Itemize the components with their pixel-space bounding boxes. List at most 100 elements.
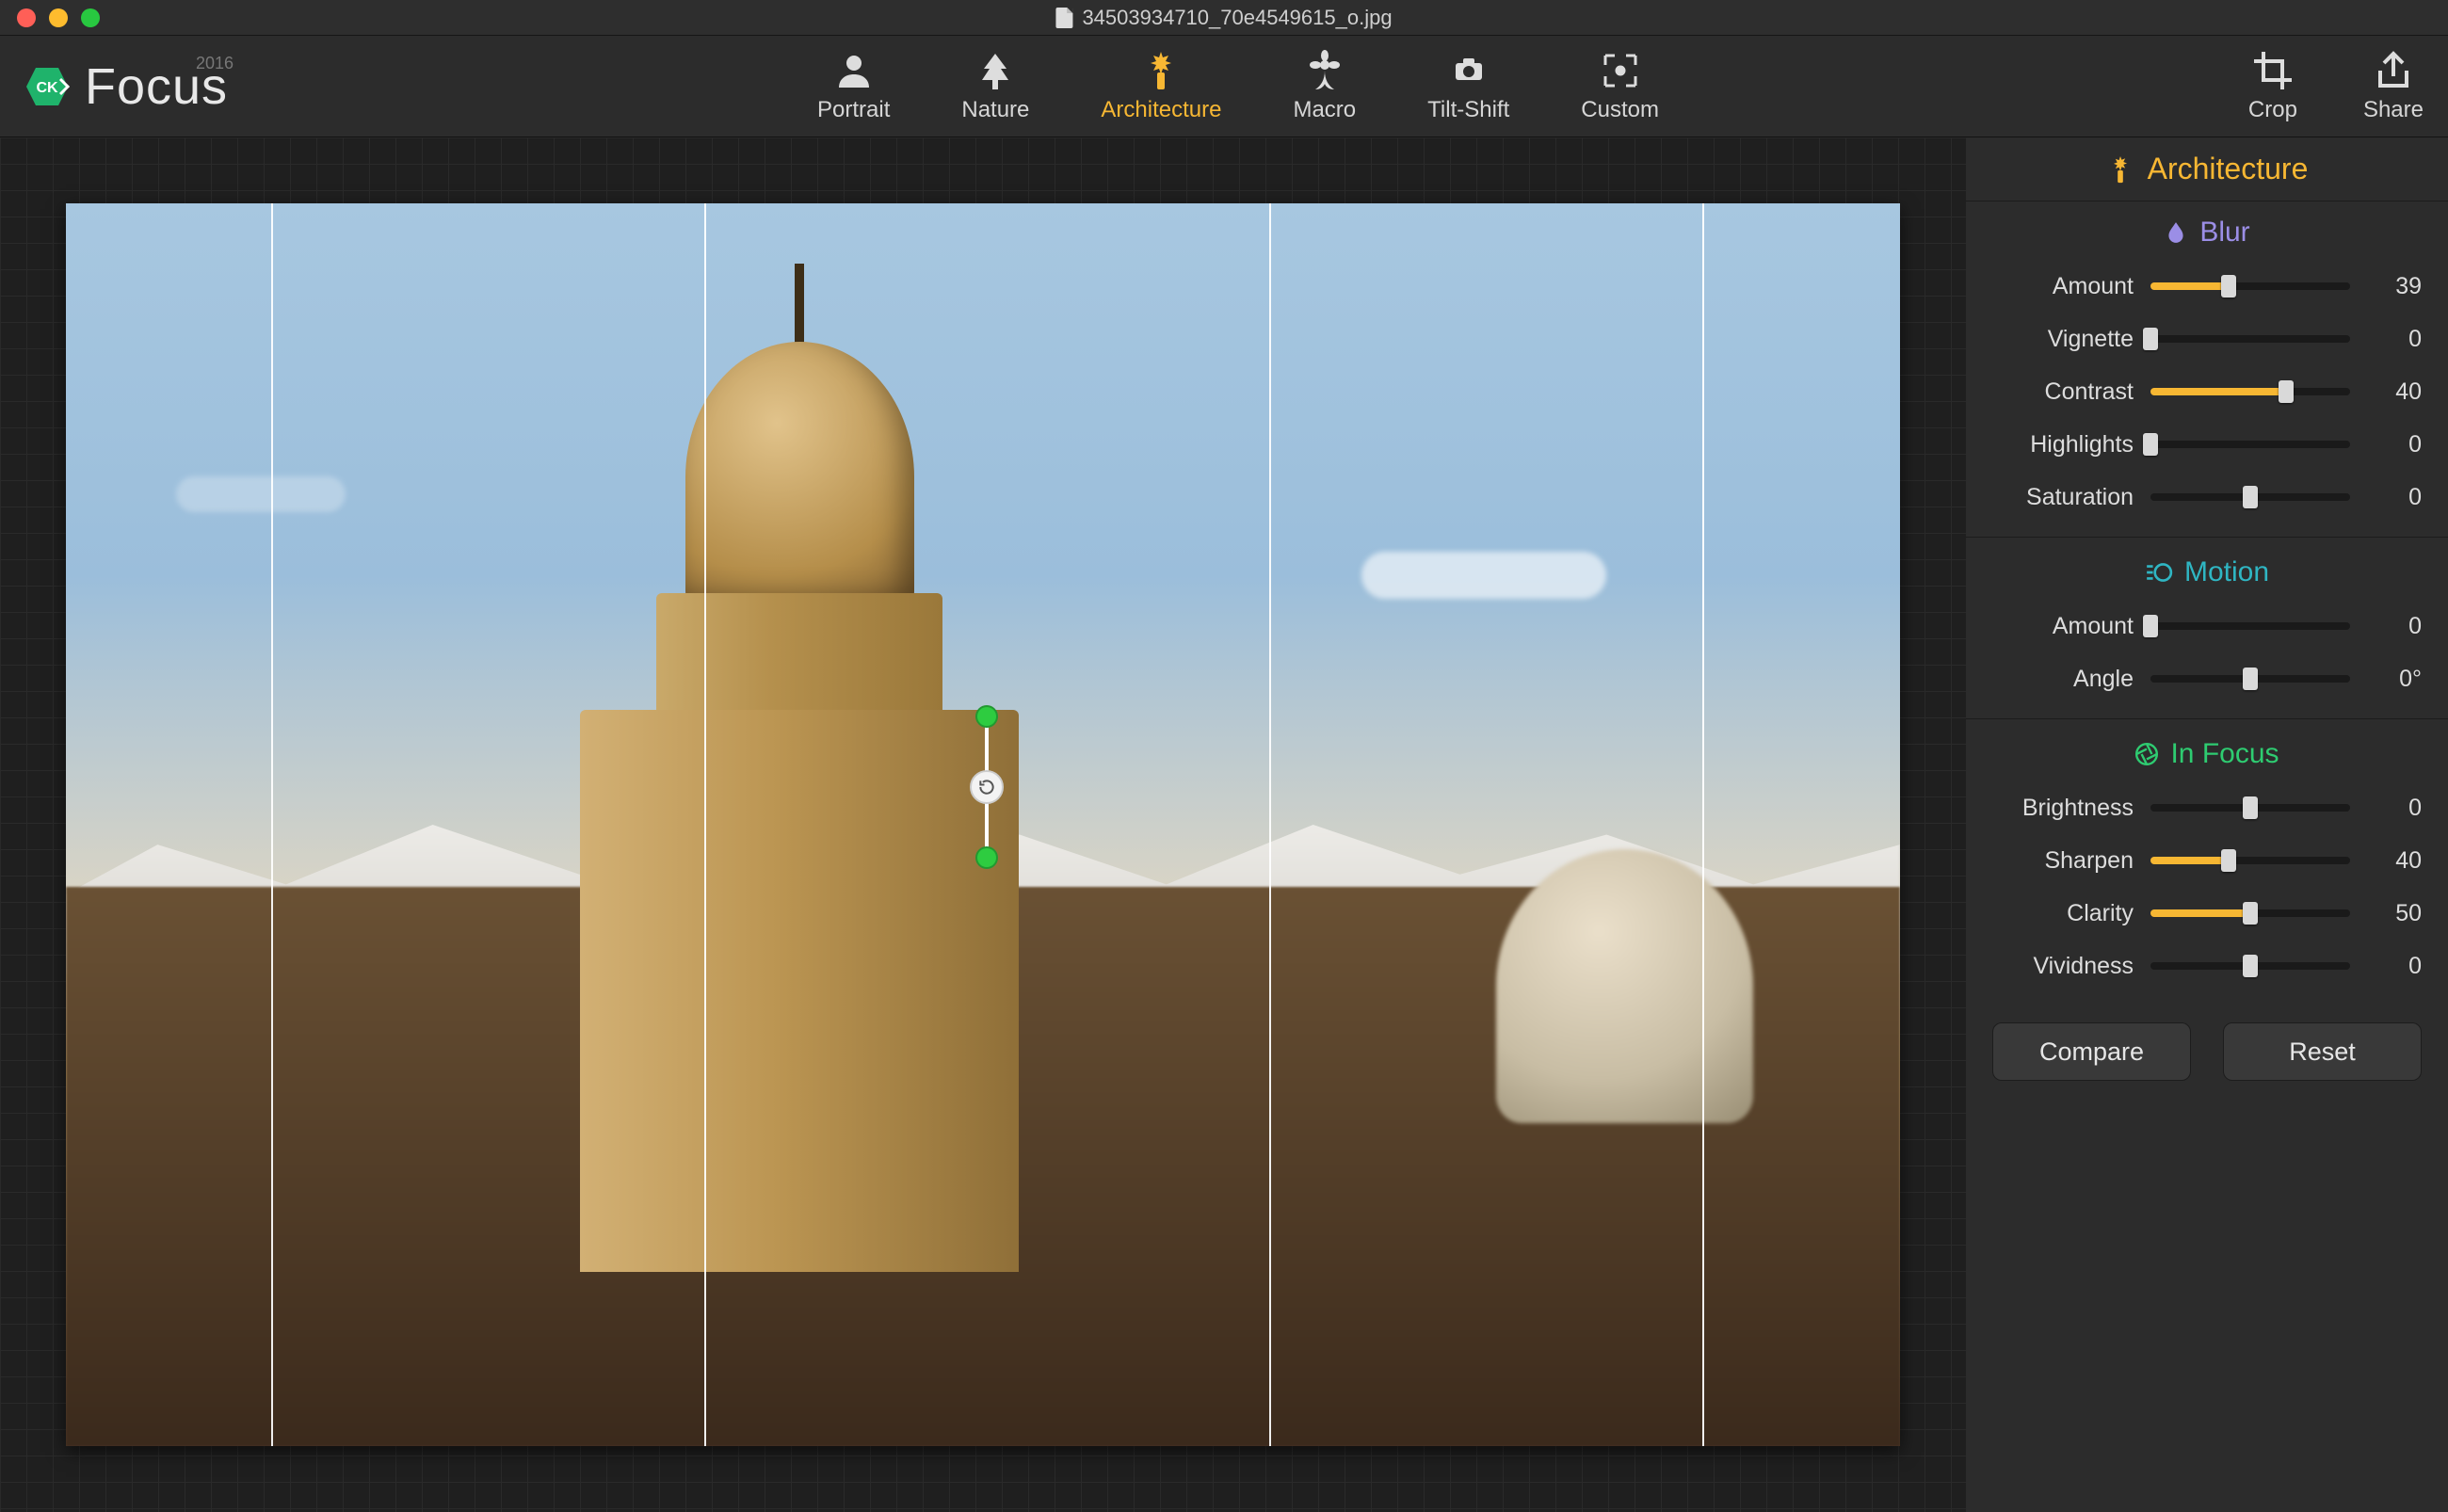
slider-row: Amount0 [1992, 600, 2422, 652]
app-logo-icon: CK [24, 64, 70, 109]
focus-guide-line[interactable] [271, 203, 273, 1446]
slider-track[interactable] [2150, 804, 2350, 812]
section-title-infocus: In Focus [1992, 738, 2422, 770]
compare-button[interactable]: Compare [1992, 1022, 2191, 1081]
divider [1966, 537, 2448, 538]
side-panel: Architecture Blur Amount39Vignette0Contr… [1966, 137, 2448, 1512]
focus-guide-line[interactable] [704, 203, 706, 1446]
section-motion: Motion Amount0Angle0° [1966, 541, 2448, 715]
slider-value: 0 [2367, 613, 2422, 640]
minimize-window-button[interactable] [49, 8, 68, 27]
mode-label: Custom [1581, 97, 1659, 123]
rotate-icon[interactable] [970, 770, 1004, 804]
slider-row: Amount39 [1992, 260, 2422, 313]
focus-handle-top[interactable] [975, 705, 998, 728]
slider-fill [2150, 282, 2229, 290]
liberty-icon [1140, 50, 1182, 91]
slider-value: 40 [2367, 378, 2422, 406]
slider-row: Brightness0 [1992, 781, 2422, 834]
slider-fill [2150, 388, 2286, 395]
image-preview[interactable] [66, 203, 1900, 1446]
slider-track[interactable] [2150, 388, 2350, 395]
slider-label: Clarity [1992, 900, 2134, 927]
svg-text:CK: CK [36, 80, 58, 96]
action-label: Crop [2248, 97, 2297, 123]
section-title-motion: Motion [1992, 556, 2422, 588]
slider-track[interactable] [2150, 622, 2350, 630]
document-icon [1055, 8, 1072, 28]
slider-track[interactable] [2150, 857, 2350, 864]
slider-label: Saturation [1992, 484, 2134, 511]
slider-row: Clarity 50 [1992, 887, 2422, 940]
slider-value: 40 [2367, 847, 2422, 875]
mode-label: Architecture [1101, 97, 1221, 123]
droplet-icon [2164, 220, 2188, 245]
mode-custom[interactable]: Custom [1581, 50, 1659, 123]
slider-thumb[interactable] [2143, 433, 2158, 456]
fullscreen-window-button[interactable] [81, 8, 100, 27]
slider-value: 0 [2367, 484, 2422, 511]
crop-button[interactable]: Crop [2248, 50, 2297, 123]
slider-track[interactable] [2150, 441, 2350, 448]
slider-thumb[interactable] [2221, 849, 2236, 872]
panel-footer: Compare Reset [1966, 1022, 2448, 1081]
slider-thumb[interactable] [2243, 486, 2258, 508]
slider-thumb[interactable] [2221, 275, 2236, 298]
custom-icon [1600, 50, 1641, 91]
focus-handle-bottom[interactable] [975, 846, 998, 869]
mode-label: Portrait [817, 97, 890, 123]
slider-track[interactable] [2150, 493, 2350, 501]
share-button[interactable]: Share [2363, 50, 2424, 123]
slider-thumb[interactable] [2243, 668, 2258, 690]
slider-thumb[interactable] [2279, 380, 2294, 403]
slider-track[interactable] [2150, 282, 2350, 290]
aperture-icon [2134, 742, 2159, 766]
slider-thumb[interactable] [2243, 955, 2258, 977]
mode-nature[interactable]: Nature [961, 50, 1029, 123]
focus-center-handle[interactable] [985, 716, 989, 858]
focus-guide-line[interactable] [1269, 203, 1271, 1446]
toolbar-actions: Crop Share [2248, 50, 2424, 123]
decorative-dome [1496, 849, 1753, 1122]
slider-value: 50 [2367, 900, 2422, 927]
focus-guide-line[interactable] [1702, 203, 1704, 1446]
window-title-text: 34503934710_70e4549615_o.jpg [1082, 6, 1392, 30]
slider-track[interactable] [2150, 335, 2350, 343]
slider-label: Highlights [1992, 431, 2134, 458]
slider-track[interactable] [2150, 909, 2350, 917]
app-brand: CK Focus 2016 [24, 57, 228, 116]
portrait-icon [833, 50, 875, 91]
slider-label: Amount [1992, 273, 2134, 300]
mode-architecture[interactable]: Architecture [1101, 50, 1221, 123]
divider [1966, 718, 2448, 719]
window-title: 34503934710_70e4549615_o.jpg [1055, 6, 1392, 30]
slider-thumb[interactable] [2243, 902, 2258, 925]
slider-value: 0 [2367, 431, 2422, 458]
slider-row: Vignette 0 [1992, 313, 2422, 365]
slider-row: Angle0° [1992, 652, 2422, 705]
mode-macro[interactable]: Macro [1293, 50, 1356, 123]
slider-label: Vignette [1992, 326, 2134, 353]
app-year: 2016 [196, 54, 234, 73]
slider-track[interactable] [2150, 675, 2350, 683]
section-title-blur: Blur [1992, 217, 2422, 249]
mode-tiltshift[interactable]: Tilt-Shift [1427, 50, 1509, 123]
slider-track[interactable] [2150, 962, 2350, 970]
decorative-cloud [176, 476, 346, 512]
slider-label: Brightness [1992, 795, 2134, 822]
slider-thumb[interactable] [2143, 328, 2158, 350]
mode-portrait[interactable]: Portrait [817, 50, 890, 123]
reset-button[interactable]: Reset [2223, 1022, 2422, 1081]
close-window-button[interactable] [17, 8, 36, 27]
slider-thumb[interactable] [2143, 615, 2158, 637]
slider-label: Vividness [1992, 953, 2134, 980]
title-bar: 34503934710_70e4549615_o.jpg [0, 0, 2448, 36]
slider-thumb[interactable] [2243, 796, 2258, 819]
slider-value: 0 [2367, 953, 2422, 980]
canvas-area [0, 137, 1966, 1512]
slider-value: 0 [2367, 326, 2422, 353]
crop-icon [2252, 50, 2294, 91]
flower-icon [1304, 50, 1345, 91]
slider-value: 0° [2367, 666, 2422, 693]
motion-icon [2145, 560, 2173, 585]
